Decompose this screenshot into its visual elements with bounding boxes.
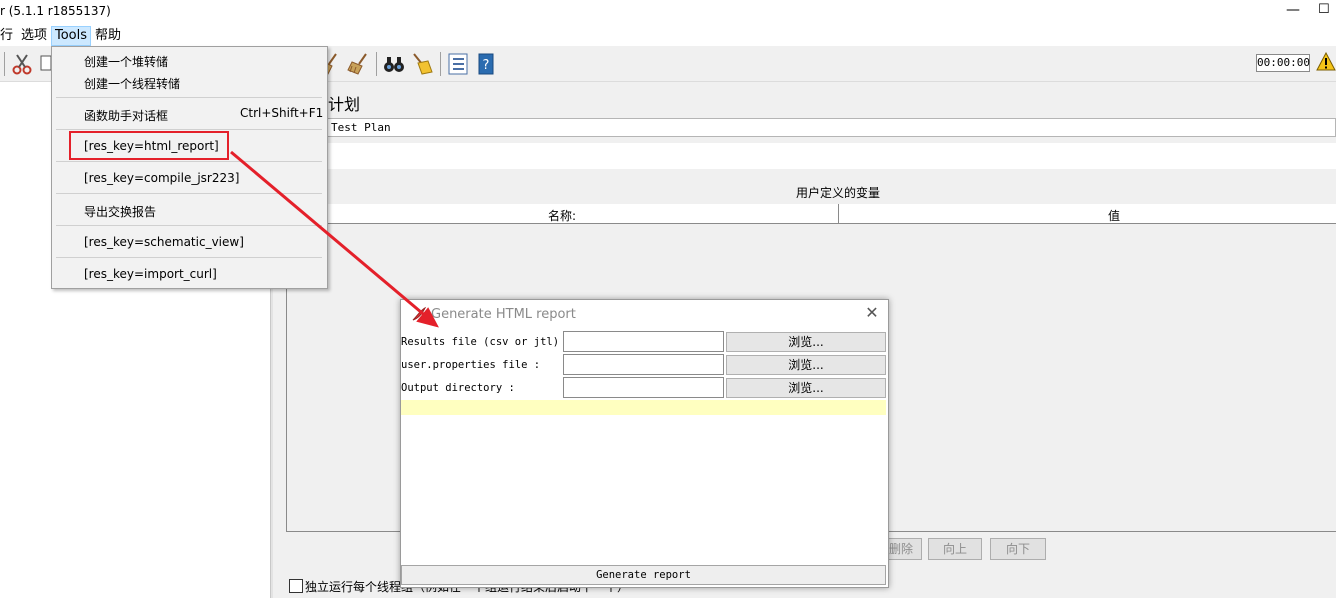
menu-separator	[56, 129, 322, 130]
menu-run[interactable]: 行	[0, 27, 16, 45]
menu-item-import-curl[interactable]: [res_key=import_curl]	[84, 267, 217, 281]
elapsed-timer: 00:00:00	[1256, 54, 1310, 72]
menu-item-heap-dump[interactable]: 创建一个堆转储	[84, 53, 168, 70]
toolbar-separator	[440, 52, 441, 76]
warning-icon[interactable]	[1316, 51, 1336, 72]
svg-text:?: ?	[483, 58, 490, 73]
dialog-title: Generate HTML report	[431, 307, 576, 322]
column-header-value[interactable]: 值	[839, 207, 1336, 224]
maximize-button[interactable]: ☐	[1318, 2, 1332, 20]
minimize-button[interactable]: —	[1286, 2, 1300, 20]
app-feather-icon	[411, 306, 427, 322]
user-variables-heading: 用户定义的变量	[795, 186, 880, 200]
broom-icon[interactable]	[410, 52, 434, 76]
move-down-button[interactable]: 向下	[990, 538, 1046, 560]
results-file-input[interactable]	[563, 331, 724, 352]
cut-icon[interactable]	[10, 52, 34, 76]
output-directory-label: Output directory :	[401, 382, 515, 394]
list-icon[interactable]	[446, 52, 470, 76]
output-directory-browse-button[interactable]: 浏览...	[726, 378, 886, 398]
menu-options[interactable]: 选项	[18, 27, 50, 45]
menu-separator	[56, 225, 322, 226]
output-directory-input[interactable]	[563, 377, 724, 398]
menu-item-thread-dump[interactable]: 创建一个线程转储	[84, 75, 180, 92]
binoculars-icon[interactable]	[382, 52, 406, 76]
results-file-label: Results file (csv or jtl) :	[401, 336, 572, 348]
function-helper-shortcut: Ctrl+Shift+F1	[240, 106, 324, 120]
column-header-name[interactable]: 名称:	[286, 207, 838, 224]
generate-report-button[interactable]: Generate report	[401, 565, 886, 585]
window-title: r (5.1.1 r1855137)	[0, 4, 111, 18]
menu-separator	[56, 161, 322, 162]
title-bar	[0, 0, 1336, 24]
move-up-button[interactable]: 向上	[928, 538, 982, 560]
run-independent-checkbox[interactable]	[289, 579, 303, 593]
page-title: 计划	[328, 95, 361, 114]
menu-bar	[0, 24, 1336, 46]
comments-input[interactable]	[327, 143, 1336, 169]
status-message-bar	[401, 400, 886, 415]
close-icon[interactable]: ✕	[864, 305, 880, 321]
menu-item-compile-jsr223[interactable]: [res_key=compile_jsr223]	[84, 171, 239, 185]
annotation-highlight-box	[69, 131, 229, 160]
toolbar-separator	[4, 52, 5, 76]
menu-separator	[56, 257, 322, 258]
user-properties-input[interactable]	[563, 354, 724, 375]
broom-icon[interactable]	[346, 52, 370, 76]
help-book-icon[interactable]: ?	[474, 52, 498, 76]
menu-separator	[56, 97, 322, 98]
menu-tools[interactable]: Tools	[51, 26, 92, 46]
plan-name-input[interactable]: Test Plan	[327, 118, 1336, 137]
menu-item-schematic-view[interactable]: [res_key=schematic_view]	[84, 235, 244, 249]
menu-item-function-helper[interactable]: 函数助手对话框	[84, 107, 168, 124]
user-properties-browse-button[interactable]: 浏览...	[726, 355, 886, 375]
menu-help[interactable]: 帮助	[92, 27, 124, 45]
results-file-browse-button[interactable]: 浏览...	[726, 332, 886, 352]
menu-separator	[56, 193, 322, 194]
toolbar-separator	[376, 52, 377, 76]
menu-item-export-report[interactable]: 导出交换报告	[84, 203, 156, 220]
user-properties-label: user.properties file :	[401, 359, 541, 371]
